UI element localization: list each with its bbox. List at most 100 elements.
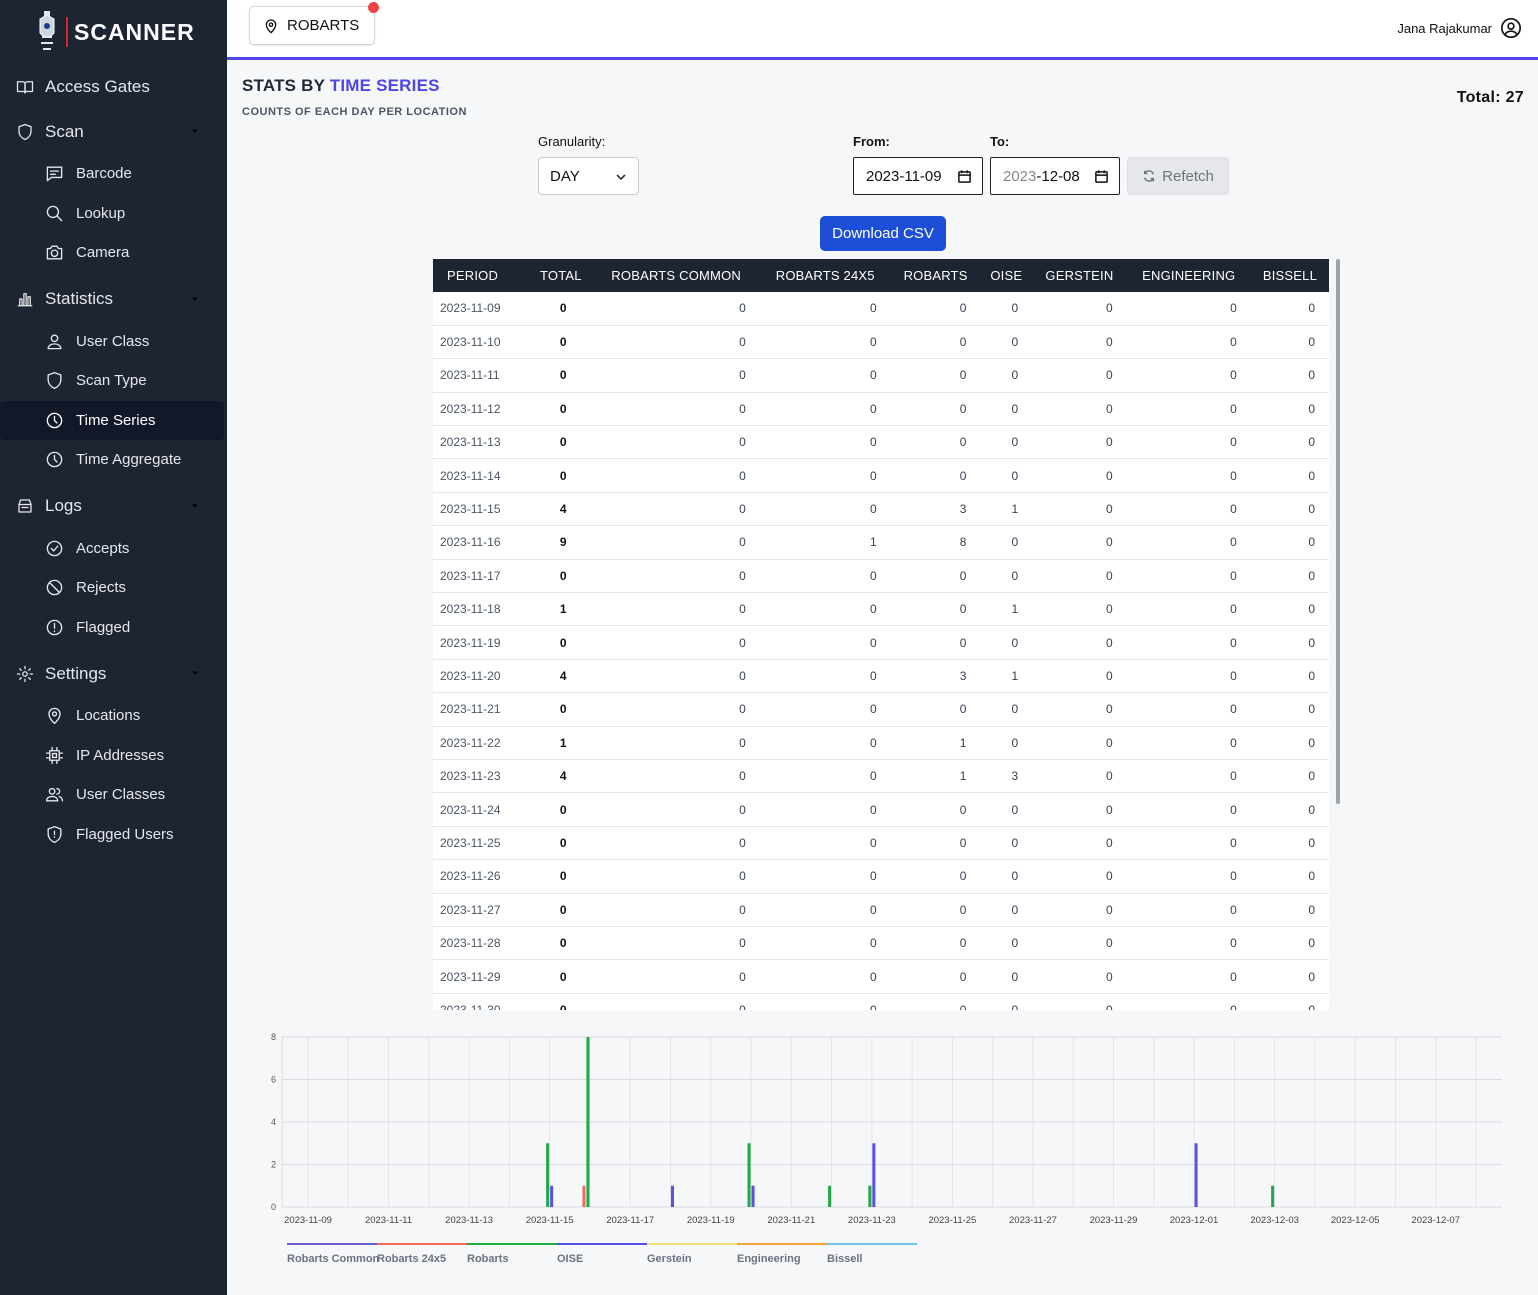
chart-bar	[546, 1143, 550, 1207]
table-cell: 0	[529, 959, 593, 994]
stats-table-container[interactable]: PERIOD TOTAL ROBARTS COMMON ROBARTS 24X5 ROB…	[433, 259, 1329, 1010]
sidebar: SCANNER Access Gates Scan Barcode Lookup…	[0, 0, 227, 1295]
table-cell: 0	[1032, 659, 1127, 694]
legend-item[interactable]: Robarts Common	[287, 1243, 379, 1265]
user-circle-icon	[1501, 18, 1521, 38]
table-cell: 0	[890, 993, 981, 1010]
table-cell: 3	[890, 492, 981, 527]
table-cell: 0	[1126, 392, 1251, 427]
nav-locations[interactable]: Locations	[0, 696, 224, 736]
table-row: 2023-11-21 0 0 0 0 0 0 0 0	[433, 692, 1329, 727]
granularity-select[interactable]: DAY	[538, 157, 639, 195]
nav-access-gates-label: Access Gates	[45, 76, 150, 96]
table-cell: 0	[890, 792, 981, 827]
table-cell: 4	[529, 759, 593, 794]
nav-flagged[interactable]: Flagged	[0, 608, 224, 648]
message-square-icon	[46, 166, 63, 182]
column-header: ROBARTS COMMON	[611, 268, 741, 283]
legend-item[interactable]: Robarts 24x5	[377, 1243, 467, 1265]
nav-locations-label: Locations	[76, 707, 141, 725]
camera-icon	[46, 245, 63, 260]
nav-barcode[interactable]: Barcode	[0, 154, 224, 194]
table-cell: 0	[980, 358, 1033, 393]
x-tick-label: 2023-11-23	[848, 1215, 896, 1226]
table-cell: 0	[592, 458, 760, 493]
legend-item[interactable]: Robarts	[467, 1243, 557, 1265]
table-cell: 0	[1126, 826, 1251, 861]
table-cell: 0	[980, 625, 1033, 660]
table-cell: 0	[1032, 292, 1127, 326]
table-cell: 0	[1250, 392, 1329, 427]
nav-access-gates[interactable]: Access Gates	[0, 64, 227, 109]
table-cell: 0	[1032, 325, 1127, 360]
refetch-label: Refetch	[1162, 167, 1214, 185]
table-cell: 0	[1250, 993, 1329, 1010]
table-cell: 2023-11-23	[433, 759, 530, 794]
table-cell: 2023-11-15	[433, 492, 530, 527]
calendar-icon	[958, 170, 971, 183]
table-cell: 2023-11-27	[433, 893, 530, 927]
table-cell: 2023-11-16	[433, 525, 530, 560]
nav-logs[interactable]: Logs	[0, 484, 227, 529]
nav-rejects[interactable]: Rejects	[0, 568, 224, 608]
table-cell: 2023-11-10	[433, 325, 530, 360]
chart-bar	[1271, 1185, 1275, 1207]
table-cell: 0	[1126, 792, 1251, 827]
brand[interactable]: SCANNER	[0, 0, 227, 64]
table-cell: 1	[980, 492, 1033, 527]
table-cell: 0	[1250, 959, 1329, 994]
page-title: STATS BY TIME SERIES	[242, 76, 440, 96]
legend-item[interactable]: Engineering	[737, 1243, 827, 1265]
x-tick-label: 2023-11-09	[284, 1215, 332, 1226]
table-cell: 0	[1250, 659, 1329, 694]
to-label: To:	[990, 134, 1010, 149]
chart-svg: 0 2 4 6 8 2023-11-09 2023-11-11 2023-11-13 2023-…	[271, 1032, 1502, 1226]
table-cell: 0	[1032, 926, 1127, 961]
legend-item[interactable]: Gerstein	[647, 1243, 737, 1265]
nav-accepts-label: Accepts	[76, 539, 130, 557]
nav-lookup[interactable]: Lookup	[0, 194, 224, 234]
nav-user-classes[interactable]: User Classes	[0, 775, 224, 815]
table-cell: 0	[1126, 358, 1251, 393]
refetch-button[interactable]: Refetch	[1127, 157, 1229, 195]
x-tick-label: 2023-11-15	[526, 1215, 574, 1226]
table-cell: 0	[1032, 792, 1127, 827]
table-cell: 0	[1126, 859, 1251, 894]
nav-accepts[interactable]: Accepts	[0, 529, 224, 569]
nav-scan-type[interactable]: Scan Type	[0, 361, 224, 401]
legend-item[interactable]: OISE	[557, 1243, 647, 1265]
nav-time-aggregate[interactable]: Time Aggregate	[0, 440, 224, 480]
table-cell: 0	[759, 392, 891, 427]
table-row: 2023-11-28 0 0 0 0 0 0 0 0	[433, 926, 1329, 961]
table-cell: 0	[592, 893, 760, 927]
nav-camera[interactable]: Camera	[0, 233, 224, 273]
brand-divider	[66, 17, 68, 47]
nav-time-series[interactable]: Time Series	[0, 400, 224, 440]
nav-scan[interactable]: Scan	[0, 109, 227, 154]
table-cell: 3	[980, 759, 1033, 794]
table-scrollbar[interactable]	[1336, 259, 1340, 804]
table-cell: 0	[529, 926, 593, 961]
nav-statistics[interactable]: Statistics	[0, 277, 227, 322]
legend-item[interactable]: Bissell	[827, 1243, 917, 1265]
to-date-input[interactable]: 2023-12-08	[990, 157, 1120, 195]
x-tick-label: 2023-12-03	[1250, 1215, 1299, 1226]
download-csv-button[interactable]: Download CSV	[820, 216, 946, 251]
table-cell: 4	[529, 492, 593, 527]
nav-settings[interactable]: Settings	[0, 651, 227, 696]
alert-circle-icon	[46, 619, 63, 636]
location-selector-button[interactable]: ROBARTS	[249, 2, 380, 45]
table-cell: 0	[1032, 458, 1127, 493]
table-cell: 0	[980, 959, 1033, 994]
table-cell: 0	[980, 425, 1033, 460]
nav-ip-addresses[interactable]: IP Addresses	[0, 736, 224, 776]
chart-bar	[872, 1143, 876, 1207]
nav-user-class[interactable]: User Class	[0, 322, 224, 362]
user-menu[interactable]: Jana Rajakumar	[1397, 17, 1522, 39]
from-date-input[interactable]: 2023-11-09	[853, 157, 983, 195]
table-cell: 0	[592, 325, 760, 360]
nav-flagged-users[interactable]: Flagged Users	[0, 815, 224, 855]
y-tick-label: 4	[271, 1117, 276, 1127]
table-cell: 0	[1250, 859, 1329, 894]
table-cell: 8	[890, 525, 981, 560]
